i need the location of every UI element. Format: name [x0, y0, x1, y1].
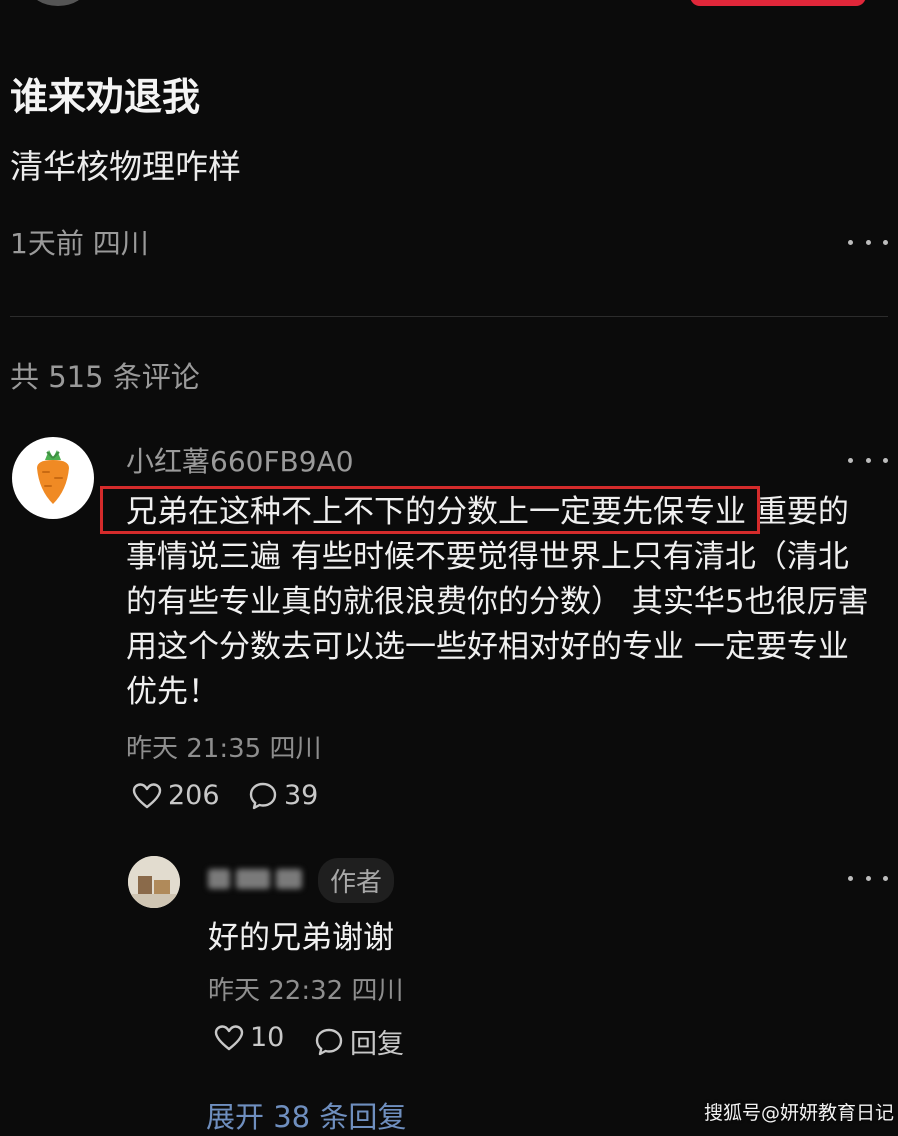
like-button[interactable]: 206: [132, 780, 220, 811]
comment-count: 共 515 条评论: [10, 360, 200, 394]
comment-icon: [315, 1028, 343, 1055]
post-body: 清华核物理咋样: [10, 147, 241, 186]
comment-icon: [249, 782, 277, 809]
reply-like-count: 10: [250, 1022, 285, 1053]
post-more-icon[interactable]: [848, 230, 888, 254]
reply-avatar[interactable]: [128, 856, 180, 908]
watermark: 搜狐号@妍妍教育日记: [704, 1102, 895, 1124]
author-badge: 作者: [318, 858, 395, 903]
reply-like-button[interactable]: 10: [214, 1022, 284, 1053]
comment-line: 用这个分数去可以选一些好相对好的专业 一定要专业: [126, 629, 849, 665]
follow-button[interactable]: [690, 0, 866, 6]
reply-time: 昨天 22:32 四川: [208, 976, 404, 1006]
avatar[interactable]: [12, 437, 94, 519]
post-meta: 1天前 四川: [10, 227, 149, 260]
comment-line: 事情说三遍 有些时候不要觉得世界上只有清北（清北: [126, 539, 849, 575]
comment-username[interactable]: 小红薯660FB9A0: [126, 440, 354, 480]
carrot-icon: [37, 450, 69, 504]
comment-line: 优先！: [126, 674, 219, 710]
like-count: 206: [168, 780, 220, 811]
reply-text: 好的兄弟谢谢: [208, 920, 394, 956]
divider: [10, 316, 888, 317]
post-title: 谁来劝退我: [10, 75, 201, 119]
reply-button-label: 回复: [350, 1029, 404, 1060]
comment-time: 昨天 21:35 四川: [126, 734, 322, 764]
comment-line: 的有些专业真的就很浪费你的分数） 其实华5也很厉害: [126, 584, 869, 620]
reply-more-icon[interactable]: [848, 866, 888, 890]
highlight-box: [100, 486, 760, 534]
heart-icon: [214, 1024, 244, 1050]
reply-button[interactable]: 回复: [314, 1022, 404, 1061]
heart-icon: [132, 782, 162, 808]
reply-username-blurred[interactable]: [208, 864, 308, 894]
reply-count: 39: [284, 780, 319, 811]
author-avatar[interactable]: [30, 0, 86, 6]
avatar-image: [128, 856, 180, 908]
comment-more-icon[interactable]: [848, 448, 888, 472]
reply-count-button[interactable]: 39: [248, 780, 318, 811]
